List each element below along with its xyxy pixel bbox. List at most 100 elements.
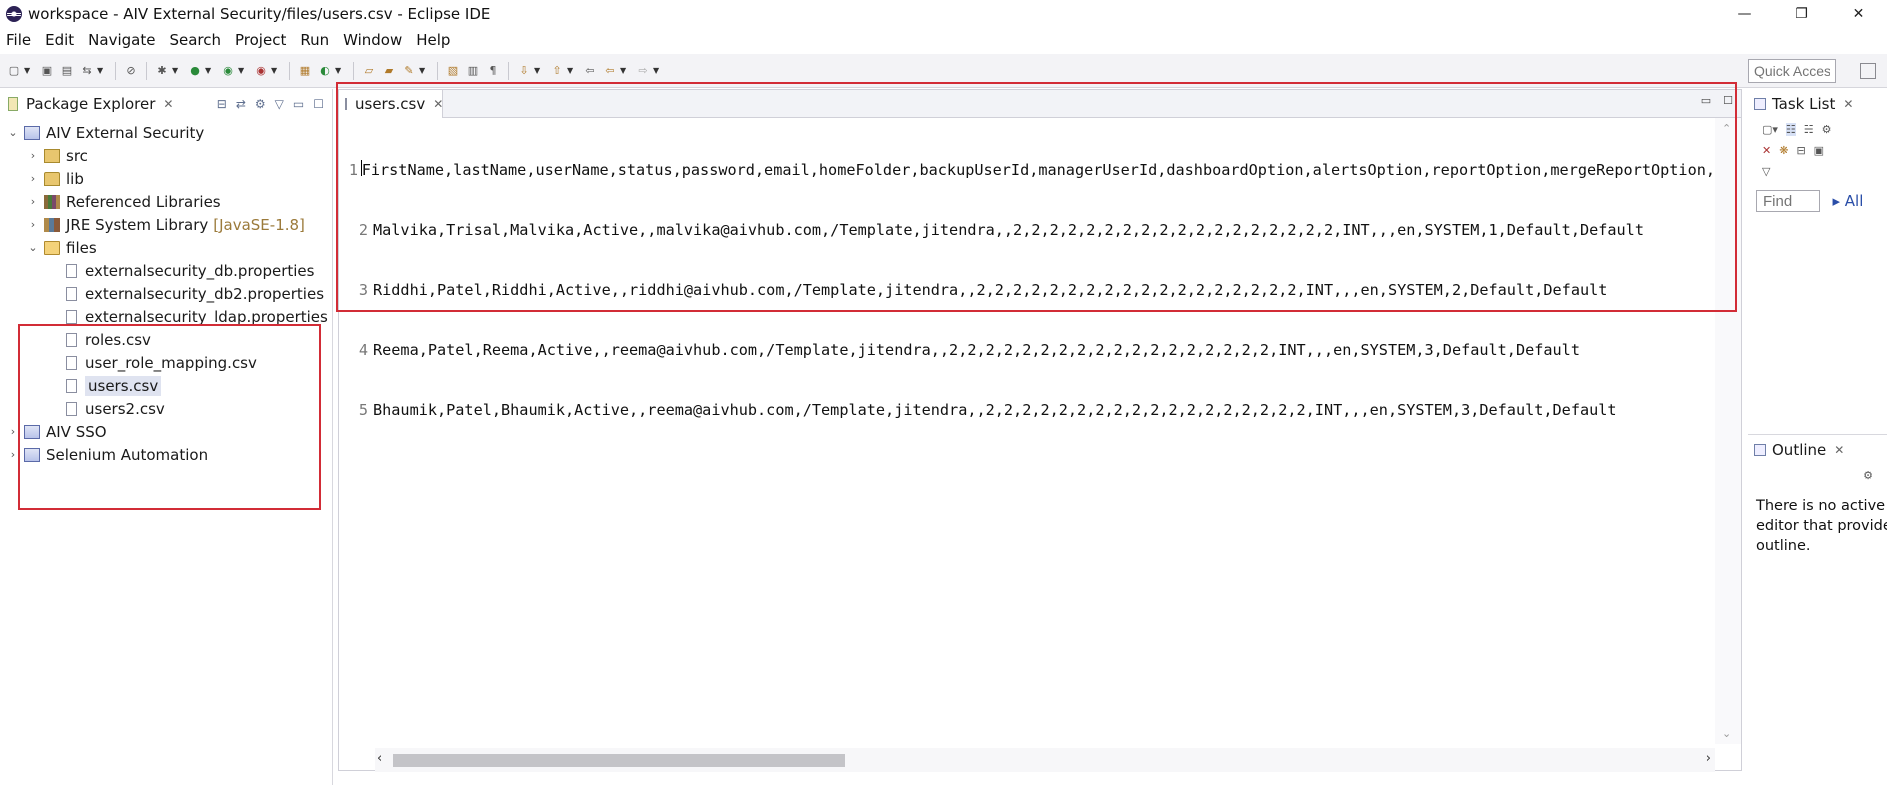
close-icon[interactable]: ✕ — [163, 97, 173, 111]
open-type-icon[interactable]: ▱ — [360, 62, 378, 80]
tree-project-selenium-automation[interactable]: › Selenium Automation — [0, 443, 332, 466]
collapse-all-icon[interactable]: ⊟ — [1796, 144, 1805, 157]
categorized-icon[interactable]: ☷ — [1785, 123, 1796, 136]
save-all-icon[interactable]: ▤ — [58, 62, 76, 80]
menu-help[interactable]: Help — [416, 31, 450, 49]
scroll-left-icon[interactable]: ‹ — [377, 751, 382, 766]
tree-files[interactable]: ⌄ files — [0, 236, 332, 259]
menu-window[interactable]: Window — [343, 31, 402, 49]
last-edit-location-icon[interactable]: ⇦ — [581, 62, 599, 80]
new-dropdown-icon[interactable]: ▼ — [24, 66, 32, 75]
text-editor[interactable]: 1 FirstName,lastName,userName,status,pas… — [339, 118, 1741, 772]
tree-referenced-libraries[interactable]: › Referenced Libraries — [0, 190, 332, 213]
quick-access-input[interactable] — [1748, 59, 1836, 83]
horizontal-scrollbar[interactable]: ‹ › — [375, 748, 1715, 772]
back-icon[interactable]: ⇦ — [601, 62, 619, 80]
tree-src[interactable]: › src — [0, 144, 332, 167]
new-icon[interactable]: ▢ — [5, 62, 23, 80]
chevron-right-icon[interactable]: › — [26, 195, 40, 208]
chevron-right-icon[interactable]: › — [6, 425, 20, 438]
chevron-right-icon[interactable]: › — [26, 218, 40, 231]
close-icon[interactable]: ✕ — [1834, 443, 1844, 457]
focus-icon[interactable]: ❋ — [1779, 144, 1788, 157]
tree-file-item[interactable]: user_role_mapping.csv — [0, 351, 332, 374]
skip-breakpoints-icon[interactable]: ⊘ — [122, 62, 140, 80]
scroll-up-icon[interactable]: ⌃ — [1722, 122, 1731, 135]
open-folder-icon[interactable]: ▰ — [380, 62, 398, 80]
tree-file-item[interactable]: roles.csv — [0, 328, 332, 351]
external-tools-icon[interactable]: ◉ — [252, 62, 270, 80]
forward-dropdown-icon[interactable]: ▼ — [653, 66, 661, 75]
menu-edit[interactable]: Edit — [45, 31, 74, 49]
maximize-view-icon[interactable]: ☐ — [313, 97, 324, 111]
tree-lib[interactable]: › lib — [0, 167, 332, 190]
new-task-icon[interactable]: ▢▾ — [1762, 123, 1778, 136]
perspective-icon[interactable] — [1860, 63, 1876, 79]
sync-dropdown-icon[interactable]: ▼ — [97, 66, 105, 75]
restore-button[interactable]: ❐ — [1773, 0, 1830, 28]
scroll-down-icon[interactable]: ⌄ — [1722, 727, 1731, 740]
run-dropdown-icon[interactable]: ▼ — [205, 66, 213, 75]
tree-jre-system-library[interactable]: › JRE System Library [JavaSE-1.8] — [0, 213, 332, 236]
menu-run[interactable]: Run — [300, 31, 329, 49]
new-class-icon[interactable]: ◐ — [316, 62, 334, 80]
code-content[interactable]: 1 FirstName,lastName,userName,status,pas… — [339, 120, 1715, 460]
horizontal-scroll-thumb[interactable] — [393, 754, 845, 767]
toggle-mark-occurrences-icon[interactable]: ▧ — [444, 62, 462, 80]
menu-navigate[interactable]: Navigate — [88, 31, 155, 49]
run-icon[interactable]: ● — [186, 62, 204, 80]
chevron-down-icon[interactable]: ⌄ — [26, 241, 40, 254]
new-class-dropdown-icon[interactable]: ▼ — [335, 66, 343, 75]
collapse-all-icon[interactable]: ⊟ — [217, 97, 227, 111]
chevron-right-icon[interactable]: › — [6, 448, 20, 461]
gear-icon[interactable]: ⚙ — [1822, 123, 1832, 136]
coverage-icon[interactable]: ◉ — [219, 62, 237, 80]
tree-file-item-selected[interactable]: users.csv — [0, 374, 332, 397]
gear-icon[interactable]: ⚙ — [1863, 469, 1873, 482]
show-whitespace-icon[interactable]: ¶ — [484, 62, 502, 80]
close-icon[interactable]: ✕ — [1843, 97, 1853, 111]
view-menu-gear-icon[interactable]: ⚙ — [255, 97, 266, 111]
sync-icon[interactable]: ⇆ — [78, 62, 96, 80]
tree-project-aiv-sso[interactable]: › AIV SSO — [0, 420, 332, 443]
close-icon[interactable]: ✕ — [433, 97, 443, 111]
all-link[interactable]: ▸ All — [1832, 192, 1863, 210]
previous-annotation-icon[interactable]: ⇧ — [548, 62, 566, 80]
tree-file-item[interactable]: externalsecurity_db.properties — [0, 259, 332, 282]
next-annotation-dropdown-icon[interactable]: ▼ — [534, 66, 542, 75]
tree-file-item[interactable]: externalsecurity_db2.properties — [0, 282, 332, 305]
forward-icon[interactable]: ⇨ — [634, 62, 652, 80]
tree-project-aiv-external-security[interactable]: ⌄ AIV External Security — [0, 121, 332, 144]
scroll-right-icon[interactable]: › — [1706, 751, 1711, 766]
close-button[interactable]: ✕ — [1830, 0, 1887, 28]
view-menu-icon[interactable]: ▽ — [275, 97, 284, 111]
back-dropdown-icon[interactable]: ▼ — [620, 66, 628, 75]
hide-completed-icon[interactable]: ✕ — [1762, 144, 1771, 157]
editor-tab-users-csv[interactable]: users.csv ✕ — [339, 90, 443, 118]
task-list-tab[interactable]: Task List ✕ — [1748, 89, 1887, 119]
tree-file-item[interactable]: externalsecurity_ldap.properties — [0, 305, 332, 328]
minimize-editor-icon[interactable]: ▭ — [1701, 94, 1711, 107]
coverage-dropdown-icon[interactable]: ▼ — [238, 66, 246, 75]
chevron-right-icon[interactable]: › — [26, 149, 40, 162]
debug-icon[interactable]: ✱ — [153, 62, 171, 80]
next-annotation-icon[interactable]: ⇩ — [515, 62, 533, 80]
view-menu-icon[interactable]: ▽ — [1762, 165, 1770, 178]
search-dropdown-icon[interactable]: ▼ — [419, 66, 427, 75]
find-input[interactable] — [1756, 190, 1820, 212]
menu-project[interactable]: Project — [235, 31, 286, 49]
menu-search[interactable]: Search — [169, 31, 221, 49]
vertical-scrollbar[interactable]: ⌃ ⌄ — [1715, 118, 1741, 744]
scheduled-icon[interactable]: ☵ — [1804, 123, 1814, 136]
sync-icon[interactable]: ▣ — [1814, 144, 1824, 157]
minimize-button[interactable]: — — [1716, 0, 1773, 28]
save-icon[interactable]: ▣ — [38, 62, 56, 80]
chevron-down-icon[interactable]: ⌄ — [6, 126, 20, 139]
menu-file[interactable]: File — [6, 31, 31, 49]
toggle-block-selection-icon[interactable]: ▥ — [464, 62, 482, 80]
chevron-right-icon[interactable]: › — [26, 172, 40, 185]
external-tools-dropdown-icon[interactable]: ▼ — [271, 66, 279, 75]
package-explorer-tab[interactable]: Package Explorer ✕ ⊟ ⇄ ⚙ ▽ ▭ ☐ — [0, 89, 332, 119]
tree-file-item[interactable]: users2.csv — [0, 397, 332, 420]
previous-annotation-dropdown-icon[interactable]: ▼ — [567, 66, 575, 75]
